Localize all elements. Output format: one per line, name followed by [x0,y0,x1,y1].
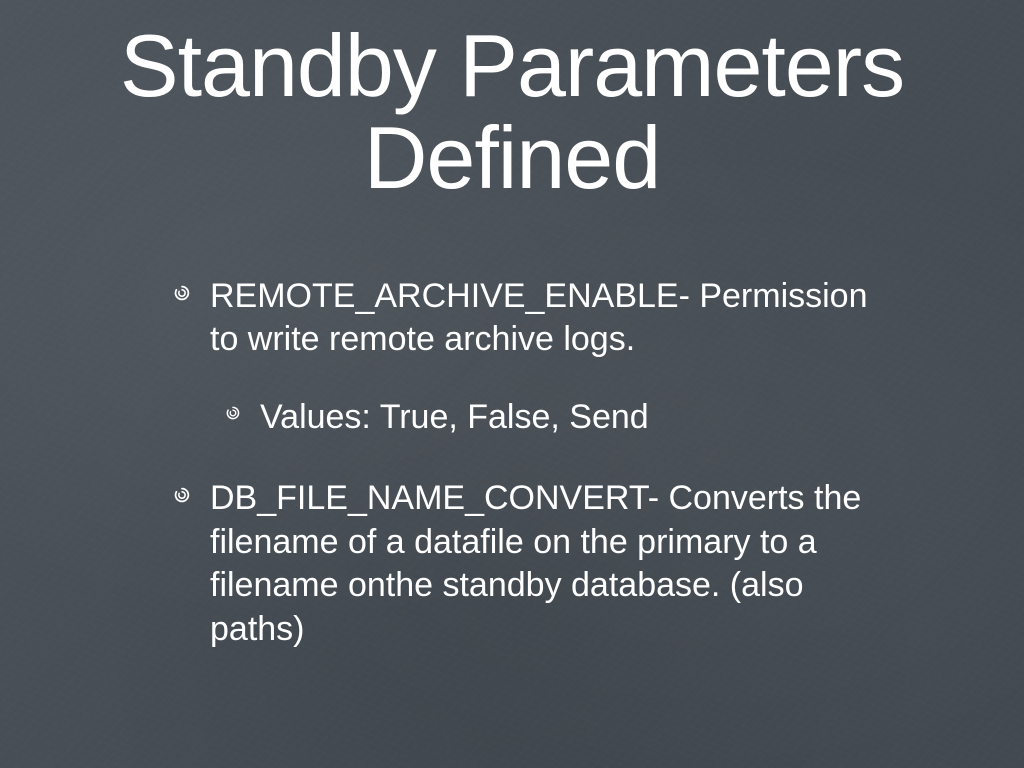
list-item: REMOTE_ARCHIVE_ENABLE- Permission to wri… [210,275,884,440]
swirl-bullet-icon [226,406,240,420]
slide-title: Standby Parameters Defined [80,20,944,205]
list-item-text: REMOTE_ARCHIVE_ENABLE- Permission to wri… [210,275,884,362]
list-sub-item: Values: True, False, Send [260,396,884,440]
swirl-bullet-icon [174,285,190,301]
slide-content: REMOTE_ARCHIVE_ENABLE- Permission to wri… [80,275,944,652]
list-item-text: DB_FILE_NAME_CONVERT- Converts the filen… [210,477,884,651]
list-item: DB_FILE_NAME_CONVERT- Converts the filen… [210,477,884,651]
list-sub-item-text: Values: True, False, Send [260,396,884,440]
slide: Standby Parameters Defined REMOTE_ARCHIV… [0,0,1024,768]
swirl-bullet-icon [174,487,190,503]
